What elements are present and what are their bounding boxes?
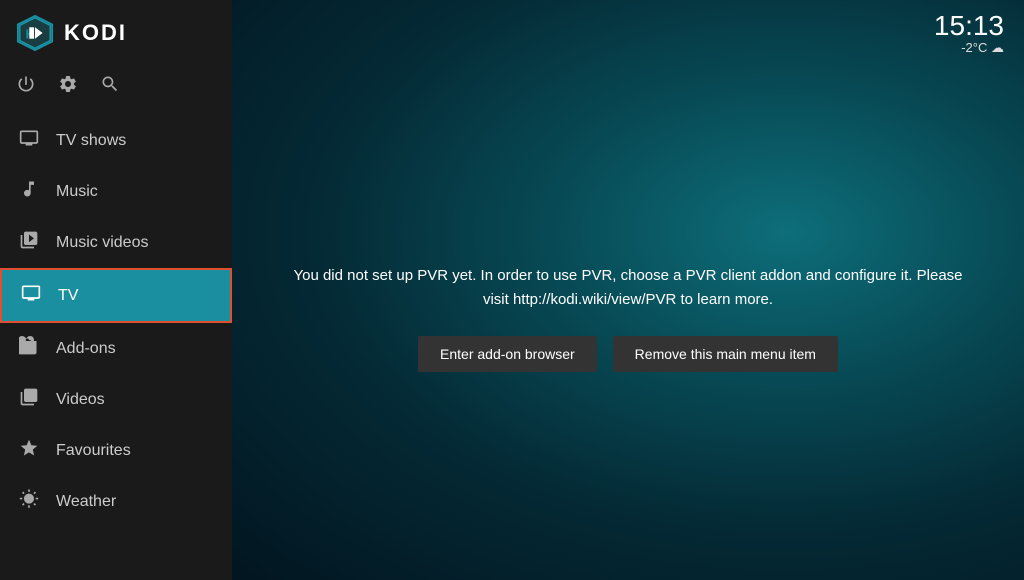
clock-weather-widget: 15:13 -2°C ☁ <box>934 12 1004 56</box>
power-button[interactable] <box>16 74 36 99</box>
sidebar-label-videos: Videos <box>56 391 105 409</box>
main-content: 15:13 -2°C ☁ You did not set up PVR yet.… <box>232 0 1024 580</box>
sidebar-label-music-videos: Music videos <box>56 234 148 252</box>
sidebar-label-tv-shows: TV shows <box>56 132 126 150</box>
sidebar-item-tv[interactable]: TV <box>0 268 232 323</box>
sidebar-item-add-ons[interactable]: Add-ons <box>0 323 232 374</box>
videos-icon <box>18 387 40 412</box>
favourites-icon <box>18 438 40 463</box>
pvr-buttons: Enter add-on browser Remove this main me… <box>418 336 838 372</box>
sidebar-item-weather[interactable]: Weather <box>0 476 232 527</box>
temperature-display: -2°C <box>961 40 987 55</box>
sidebar-header: K KODI <box>0 0 232 66</box>
enter-addon-browser-button[interactable]: Enter add-on browser <box>418 336 597 372</box>
clock-display: 15:13 <box>934 12 1004 40</box>
kodi-logo: K <box>16 14 54 52</box>
sidebar-item-videos[interactable]: Videos <box>0 374 232 425</box>
sidebar-item-music-videos[interactable]: Music videos <box>0 217 232 268</box>
addons-icon <box>18 336 40 361</box>
sidebar-system-icons <box>0 66 232 115</box>
weather-nav-icon <box>18 489 40 514</box>
sidebar-label-add-ons: Add-ons <box>56 340 116 358</box>
pvr-message: You did not set up PVR yet. In order to … <box>292 264 964 312</box>
sidebar-label-favourites: Favourites <box>56 442 131 460</box>
sidebar-label-weather: Weather <box>56 493 116 511</box>
sidebar-item-music[interactable]: Music <box>0 166 232 217</box>
weather-display: -2°C ☁ <box>934 40 1004 56</box>
top-bar: 15:13 -2°C ☁ <box>232 0 1024 56</box>
tv-shows-icon <box>18 128 40 153</box>
tv-icon <box>20 283 42 308</box>
sidebar-label-music: Music <box>56 183 98 201</box>
sidebar-item-favourites[interactable]: Favourites <box>0 425 232 476</box>
pvr-area: You did not set up PVR yet. In order to … <box>232 56 1024 580</box>
weather-cloud-icon: ☁ <box>991 40 1004 55</box>
nav-menu: TV shows Music Music videos TV <box>0 115 232 580</box>
search-button[interactable] <box>100 74 120 99</box>
sidebar-item-tv-shows[interactable]: TV shows <box>0 115 232 166</box>
settings-button[interactable] <box>58 74 78 99</box>
music-icon <box>18 179 40 204</box>
sidebar: K KODI TV shows <box>0 0 232 580</box>
app-title: KODI <box>64 20 127 46</box>
remove-menu-item-button[interactable]: Remove this main menu item <box>613 336 838 372</box>
music-videos-icon <box>18 230 40 255</box>
sidebar-label-tv: TV <box>58 287 78 305</box>
